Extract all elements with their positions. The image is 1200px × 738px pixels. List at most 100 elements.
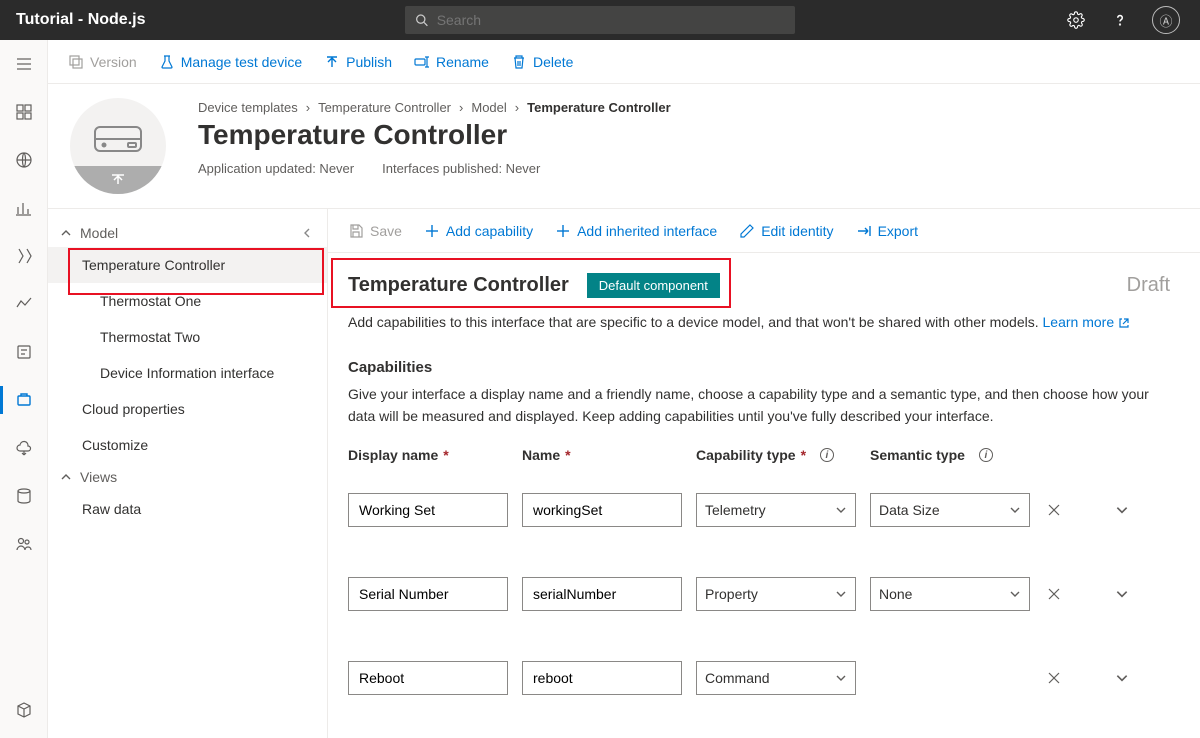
capabilities-heading: Capabilities [348,359,1170,376]
info-icon[interactable]: i [820,448,834,462]
display-name-input[interactable] [348,577,508,611]
add-inherited-button[interactable]: Add inherited interface [555,223,717,239]
crumb[interactable]: Device templates [198,100,298,115]
expand-row-button[interactable] [1112,584,1132,604]
chevron-up-icon [60,471,72,483]
plus-icon [424,223,440,239]
topbar-right: Ⓐ [1064,6,1192,34]
rail-users[interactable] [12,532,36,556]
model-tree: Model Temperature Controller Thermostat … [48,209,328,738]
delete-button[interactable]: Delete [511,54,573,70]
app-title: Tutorial - Node.js [16,11,145,29]
interfaces-published-meta: Interfaces published: Never [382,161,540,176]
rail-chart[interactable] [12,196,36,220]
delete-row-button[interactable] [1044,500,1064,520]
tree-item[interactable]: Device Information interface [48,355,327,391]
upload-icon [110,172,126,188]
page-title: Temperature Controller [198,119,1178,151]
search-input[interactable] [437,12,786,28]
component-title: Temperature Controller [348,274,569,297]
rail-templates[interactable] [12,388,36,412]
sem-type-select[interactable]: None [870,577,1030,611]
tree-item[interactable]: Customize [48,427,327,463]
analytics-icon [15,295,33,313]
col-cap-type: Capability type * i [696,447,856,463]
external-link-icon [1118,317,1130,329]
chevron-down-icon [835,504,847,516]
delete-row-button[interactable] [1044,584,1064,604]
save-button: Save [348,223,402,239]
col-display-name: Display name * [348,447,508,463]
cloud-out-icon [15,439,33,457]
expand-row-button[interactable] [1112,500,1132,520]
chevron-down-icon [1009,588,1021,600]
help-button[interactable] [1108,8,1132,32]
rail-export[interactable] [12,436,36,460]
avatar-glyph: Ⓐ [1159,11,1172,30]
chevron-down-icon [835,672,847,684]
template-header: Device templates› Temperature Controller… [48,84,1200,209]
sem-type-select[interactable]: Data Size [870,493,1030,527]
crumb[interactable]: Model [471,100,506,115]
tree-item[interactable]: Thermostat Two [48,319,327,355]
add-capability-button[interactable]: Add capability [424,223,533,239]
breadcrumb: Device templates› Temperature Controller… [198,100,1178,115]
views-header[interactable]: Views [48,463,327,491]
rail-jobs[interactable] [12,340,36,364]
cap-type-select[interactable]: Command [696,661,856,695]
version-icon [68,54,84,70]
command-bar: Version Manage test device Publish Renam… [48,40,1200,84]
display-name-input[interactable] [348,493,508,527]
edit-icon [739,223,755,239]
rail-storage[interactable] [12,484,36,508]
export-button[interactable]: Export [856,223,918,239]
edit-identity-button[interactable]: Edit identity [739,223,833,239]
expand-row-button[interactable] [1112,668,1132,688]
capabilities-desc: Give your interface a display name and a… [348,384,1170,427]
chevron-down-icon [1115,503,1129,517]
crumb-current: Temperature Controller [527,100,671,115]
tree-item-temperature-controller[interactable]: Temperature Controller [48,247,327,283]
info-icon[interactable]: i [979,448,993,462]
crumb[interactable]: Temperature Controller [318,100,451,115]
rename-icon [414,54,430,70]
publish-icon [324,54,340,70]
settings-button[interactable] [1064,8,1088,32]
tree-item[interactable]: Thermostat One [48,283,327,319]
chevron-down-icon [835,588,847,600]
delete-row-button[interactable] [1044,668,1064,688]
learn-more-link[interactable]: Learn more [1043,314,1130,330]
editor-command-bar: Save Add capability Add inherited interf… [328,209,1200,253]
chevron-down-icon [1115,671,1129,685]
rail-dashboard[interactable] [12,100,36,124]
search-icon [415,13,428,27]
publish-button[interactable]: Publish [324,54,392,70]
name-input[interactable] [522,577,682,611]
tree-item-raw-data[interactable]: Raw data [48,491,327,527]
nav-rail [0,40,48,738]
model-header[interactable]: Model [48,219,327,247]
col-name: Name * [522,447,682,463]
editor-panel: Save Add capability Add inherited interf… [328,209,1200,738]
cap-type-select[interactable]: Property [696,577,856,611]
name-input[interactable] [522,661,682,695]
menu-toggle[interactable] [12,52,36,76]
name-input[interactable] [522,493,682,527]
chevron-left-icon[interactable] [301,227,313,239]
tree-item[interactable]: Cloud properties [48,391,327,427]
avatar[interactable]: Ⓐ [1152,6,1180,34]
templates-icon [15,391,33,409]
display-name-input[interactable] [348,661,508,695]
rail-globe[interactable] [12,148,36,172]
plus-icon [555,223,571,239]
rail-analytics[interactable] [12,292,36,316]
rename-button[interactable]: Rename [414,54,489,70]
export-icon [856,223,872,239]
rail-admin[interactable] [12,698,36,722]
app-updated-meta: Application updated: Never [198,161,354,176]
search-box[interactable] [405,6,795,34]
rail-rules[interactable] [12,244,36,268]
helper-text: Add capabilities to this interface that … [348,312,1170,333]
manage-test-button[interactable]: Manage test device [159,54,302,70]
cap-type-select[interactable]: Telemetry [696,493,856,527]
